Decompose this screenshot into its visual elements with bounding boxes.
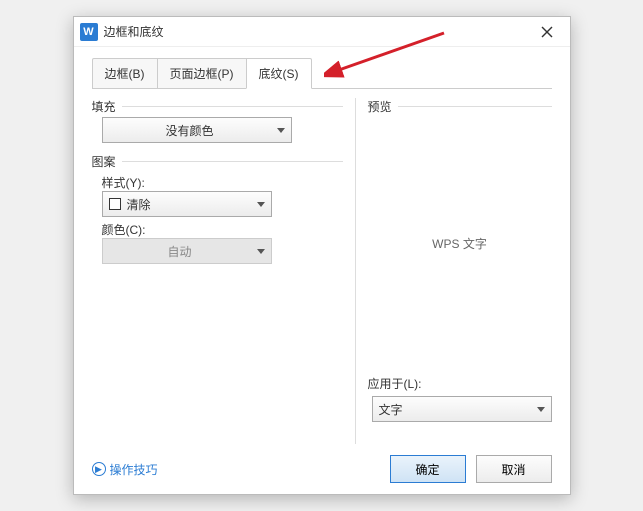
applyto-label: 应用于(L): [368,375,552,392]
preview-text: WPS 文字 [432,235,487,252]
preview-area: WPS 文字 [368,117,552,369]
ok-button[interactable]: 确定 [390,455,466,483]
left-column: 填充 没有颜色 图案 样式(Y): 清除 颜色(C): [92,98,343,444]
chevron-down-icon [257,202,265,207]
chevron-down-icon [277,128,285,133]
app-icon: W [80,23,98,41]
tab-shading[interactable]: 底纹(S) [246,58,312,89]
applyto-combo[interactable]: 文字 [372,396,552,422]
content-area: 边框(B) 页面边框(P) 底纹(S) 填充 没有颜色 图案 样式(Y): [74,47,570,444]
tips-icon: ▶ [92,462,106,476]
tab-page-border[interactable]: 页面边框(P) [157,58,247,88]
close-button[interactable] [530,19,564,45]
ok-label: 确定 [415,461,439,478]
cancel-button[interactable]: 取消 [476,455,552,483]
tab-border[interactable]: 边框(B) [92,58,158,88]
close-icon [541,26,553,38]
vertical-divider [355,98,356,444]
style-label: 样式(Y): [102,174,343,191]
pattern-style-combo[interactable]: 清除 [102,191,272,217]
color-label: 颜色(C): [102,221,343,238]
tabstrip: 边框(B) 页面边框(P) 底纹(S) [92,58,552,89]
dialog-borders-shading: W 边框和底纹 边框(B) 页面边框(P) 底纹(S) 填充 没有颜色 [73,16,571,495]
fill-color-combo[interactable]: 没有颜色 [102,117,292,143]
footer: ▶ 操作技巧 确定 取消 [74,444,570,494]
pattern-color-value: 自动 [109,243,251,260]
tips-link[interactable]: ▶ 操作技巧 [92,461,380,478]
chevron-down-icon [537,407,545,412]
tab-border-label: 边框(B) [105,67,145,81]
titlebar: W 边框和底纹 [74,17,570,47]
pattern-color-combo: 自动 [102,238,272,264]
right-column: 预览 WPS 文字 应用于(L): 文字 [368,98,552,444]
dialog-title: 边框和底纹 [104,23,530,40]
tab-page-border-label: 页面边框(P) [170,67,234,81]
shading-panel: 填充 没有颜色 图案 样式(Y): 清除 颜色(C): [92,88,552,444]
chevron-down-icon [257,249,265,254]
tips-label: 操作技巧 [110,461,158,478]
pattern-style-value: 清除 [127,196,251,213]
pattern-swatch-icon [109,198,121,210]
preview-section-label: 预览 [368,98,552,115]
fill-section-label: 填充 [92,98,343,115]
applyto-value: 文字 [379,401,531,418]
fill-color-value: 没有颜色 [109,122,271,139]
tab-shading-label: 底纹(S) [259,67,299,81]
pattern-section-label: 图案 [92,153,343,170]
cancel-label: 取消 [501,461,525,478]
